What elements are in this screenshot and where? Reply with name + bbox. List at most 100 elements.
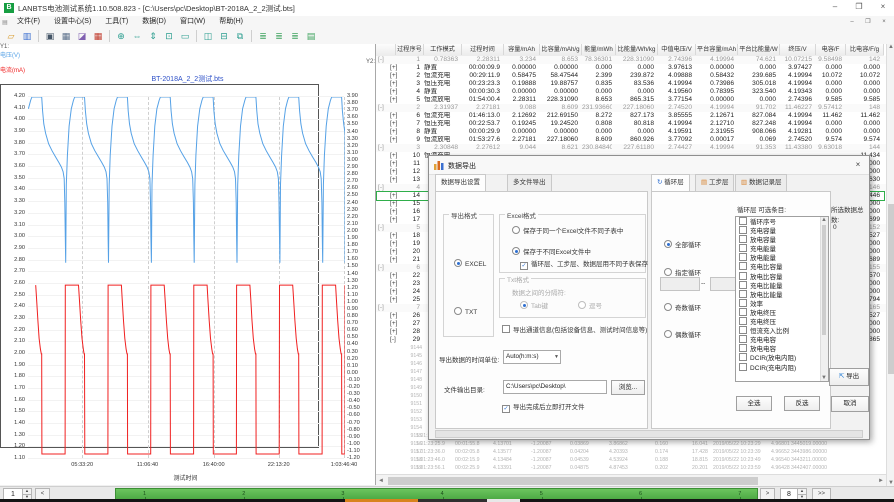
table-row[interactable]: [+]9恒流放电01:53:27.62.27181227.180608.6098… [376,136,886,144]
checkbox-separate-sheets[interactable]: ✓循环层、工步层、数据层用不同子表保存 [520,258,648,270]
row-expander[interactable]: [-] [378,144,394,152]
browse-button[interactable]: 浏览... [611,380,645,395]
record-row[interactable]: 91571.01:23:36.000:02:05.84.13577-1.2008… [376,448,886,456]
list-2-icon[interactable]: ≣ [272,30,286,43]
row-expander[interactable]: [-] [378,264,394,272]
radio-excel[interactable]: EXCEL [454,259,486,268]
cycle-list-item[interactable]: DCIR(放电内阻) [736,353,828,362]
item-checkbox[interactable] [739,335,747,343]
cycle-list-item[interactable]: 放电比容量 [736,272,828,281]
radio-excel-separate-files[interactable]: 保存于不同Excel文件中 [512,246,591,256]
cycle-list-item[interactable]: 放电电容 [736,344,828,353]
menu-item[interactable]: 文件(F) [10,16,47,28]
table-row[interactable]: [+]3恒压充电00:23:23.30.1988819.887570.83583… [376,80,886,88]
invert-selection-button[interactable]: 反选 [784,396,820,411]
list-1-icon[interactable]: ≣ [256,30,270,43]
axis-icon[interactable]: ⊕ [114,30,128,43]
menu-item[interactable]: 窗口(W) [173,16,212,28]
item-checkbox[interactable] [739,281,747,289]
item-checkbox[interactable] [739,253,747,261]
cycle-list-item[interactable]: 循环序号 [736,217,828,226]
menu-item[interactable]: 设置中心(S) [47,16,98,28]
column-header[interactable]: 过程时间 [462,44,504,55]
time-unit-select[interactable]: Auto(h:m:s)▼ [503,350,561,364]
list-scrollbar[interactable]: ▲ ▼ [820,217,828,381]
table-row[interactable]: [+]7恒压充电00:22:53.70.1924519.245200.80880… [376,120,886,128]
column-header[interactable]: 比电容/F/g [846,44,884,55]
mdi-restore-button[interactable]: ❐ [860,16,876,28]
menu-item[interactable]: 工具(T) [98,16,135,28]
tab-multi-file-export[interactable]: 多文件导出 [507,174,552,191]
item-checkbox[interactable] [739,290,747,298]
record-row[interactable]: 91581.01:23:46.000:02:15.94.13484-1.2008… [376,456,886,464]
column-header[interactable]: 电容/F [816,44,846,55]
list-3-icon[interactable]: ≣ [288,30,302,43]
tab-record-layer[interactable]: ▥ 数据记录层 [735,174,787,191]
table-row[interactable]: [+]6恒流充电01:46:13.02.12692212.691508.2728… [376,112,886,120]
record-row[interactable]: 91561.01:23:25.900:01:55.84.13701-1.2008… [376,440,886,448]
copy-icon[interactable]: ▦ [59,30,73,43]
cycle-list-item[interactable]: 放电能量 [736,253,828,262]
save-icon[interactable]: ▥ [20,30,34,43]
cycle-list-item[interactable]: 充电能量 [736,244,828,253]
mdi-minimize-button[interactable]: – [844,16,860,28]
table-row[interactable]: [+]2恒流充电00:29:11.90.5847558.475442.39923… [376,72,886,80]
output-dir-input[interactable]: C:\Users\pc\Desktop\ [503,380,607,394]
tile-horizontal-icon[interactable]: ⊟ [217,30,231,43]
select-box-icon[interactable]: ▭ [178,30,192,43]
item-checkbox[interactable] [739,308,747,316]
item-checkbox[interactable] [739,353,747,361]
radio-even-cycles[interactable]: 偶数循环 [664,329,701,339]
cycle-range-start-input[interactable] [660,277,700,291]
row-expander[interactable]: [-] [378,104,394,112]
radio-odd-cycles[interactable]: 奇数循环 [664,302,701,312]
minimize-button[interactable]: – [824,0,846,14]
item-checkbox[interactable] [739,317,747,325]
list-4-icon[interactable]: ▤ [304,30,318,43]
item-checkbox[interactable] [739,235,747,243]
cycle-list-item[interactable]: 放电比能量 [736,290,828,299]
group-row[interactable]: [-]10.783632.283113.2348.65378.36301228.… [376,56,886,64]
cascade-icon[interactable]: ⧉ [233,30,247,43]
column-header[interactable]: 终压/V [780,44,816,55]
column-header[interactable]: 平台比能量/W [738,44,780,55]
cycle-list-item[interactable]: 放电终压 [736,308,828,317]
cycle-list-item[interactable]: 充电比能量 [736,281,828,290]
item-checkbox[interactable] [739,217,747,225]
column-header[interactable] [376,44,396,55]
row-expander[interactable]: [-] [378,304,394,312]
export-button[interactable]: ⇱ 导出 [829,368,869,386]
checkbox-channel-info[interactable]: 导出通道信息(包括设备信息、测试时间信息等) [502,324,647,334]
calendar-icon[interactable]: ▦ [91,30,105,43]
item-checkbox[interactable] [739,244,747,252]
radio-txt[interactable]: TXT [454,307,477,316]
radio-comma[interactable]: 逗号 [578,300,602,310]
select-all-button[interactable]: 全选 [736,396,772,411]
radio-tab-key[interactable]: Tab键 [520,300,548,310]
column-header[interactable]: 工作模式 [424,44,462,55]
menu-item[interactable]: 帮助(H) [212,16,250,28]
table-row[interactable]: [+]1静置00:00:09.90.000000.000000.0000.000… [376,64,886,72]
cycle-list-item[interactable]: 充电容量 [736,226,828,235]
table-vscrollbar[interactable]: ▲ ▼ [886,44,894,486]
dialog-close-icon[interactable]: × [851,158,865,171]
item-checkbox[interactable] [739,299,747,307]
column-header[interactable]: 中值电压/V [658,44,696,55]
cycle-list-item[interactable]: 效率 [736,299,828,308]
record-row[interactable]: 91591.01:23:56.100:02:25.94.13391-1.2008… [376,464,886,472]
row-expander[interactable]: [-] [378,224,394,232]
table-row[interactable]: [+]5恒流放电01:54:00.42.28311228.310908.6538… [376,96,886,104]
cycle-list-item[interactable]: 恒流充入比例 [736,326,828,335]
radio-all-cycles[interactable]: 全部循环 [664,239,701,249]
item-checkbox[interactable] [739,272,747,280]
column-header[interactable]: 容量/mAh [504,44,540,55]
column-header[interactable]: 能量/mWh [582,44,616,55]
cycle-list-item[interactable]: 放电容量 [736,235,828,244]
table-row[interactable]: [+]8静置00:00:29.90.000000.000000.0000.000… [376,128,886,136]
cycle-list-item[interactable]: 充电电容 [736,335,828,344]
tab-export-settings[interactable]: 数据导出设置 [435,174,486,192]
fit-width-icon[interactable]: ⇔ [130,30,144,43]
restore-button[interactable]: ❐ [848,0,870,14]
cancel-button[interactable]: 取消 [831,396,869,412]
column-header[interactable]: 比容量/mAh/g [540,44,582,55]
